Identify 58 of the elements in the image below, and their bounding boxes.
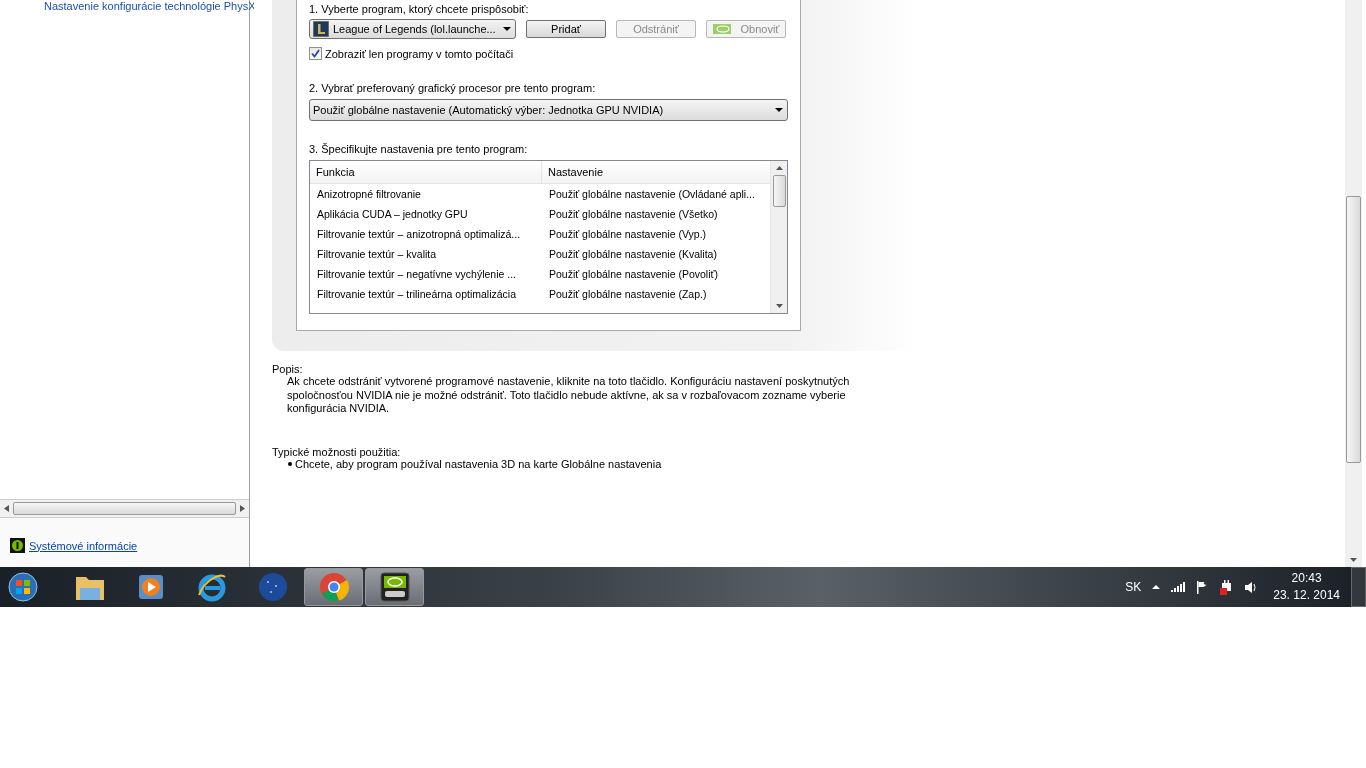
info-icon [10, 538, 25, 553]
signal-icon[interactable] [1171, 582, 1186, 592]
table-cell-text: Filtrovanie textúr – negatívne vychýlenie ... [316, 268, 518, 280]
column-header[interactable]: Nastavenie [542, 161, 604, 183]
checkbox[interactable] [309, 47, 322, 60]
scroll-right-icon[interactable] [240, 505, 245, 512]
column-header[interactable]: Funkcia [310, 161, 542, 183]
checkbox-label: Zobraziť len programy v tomto počítači [325, 47, 514, 60]
step-label: 1. Vyberte program, ktorý chcete prispôsobiť: [309, 3, 530, 15]
caret-icon [503, 27, 511, 31]
table-cell-text: Použiť globálne nastavenie (Vyp.) [548, 228, 707, 240]
scroll-left-icon[interactable] [4, 505, 9, 512]
page-scrollbar[interactable] [1345, 0, 1362, 567]
section-heading: Popis: [272, 363, 304, 375]
action-button[interactable]: Pridať [526, 20, 606, 38]
table-cell-text: Použiť globálne nastavenie (Povoliť) [548, 268, 718, 280]
program-icon [313, 21, 329, 37]
table-cell-text: Použiť globálne nastavenie (Kvalita) [548, 248, 717, 260]
scroll-down-icon[interactable] [1350, 558, 1357, 562]
taskbar-app[interactable] [365, 568, 424, 606]
vertical-scrollbar[interactable] [770, 161, 787, 313]
step-label: 2. Vybrať preferovaný grafický procesor pre tento program: [309, 82, 597, 94]
table-cell-text: Filtrovanie textúr – kvalita [316, 248, 438, 260]
bullet-icon [288, 461, 292, 466]
scroll-down-icon[interactable] [775, 304, 783, 308]
nvidia-panel-icon [379, 572, 410, 602]
table-cell-text: Použiť globálne nastavenie (Ovládané apli... [548, 188, 755, 200]
scroll-thumb[interactable] [13, 502, 236, 515]
speaker-icon[interactable] [1244, 580, 1259, 594]
section-heading: Typické možnosti použitia: [272, 445, 402, 458]
caret-icon [775, 108, 783, 112]
table-cell-text: Filtrovanie textúr – trilineárna optimalizácia [316, 288, 517, 300]
scroll-thumb[interactable] [772, 175, 786, 207]
show-hidden-icons-icon[interactable] [1152, 585, 1161, 589]
gpu-dropdown[interactable]: Použiť globálne nastavenie (Automatický výber: Jednotka GPU NVIDIA) [309, 99, 788, 121]
eye-logo-icon [712, 24, 731, 34]
system-info-link[interactable]: Systémové informácie [29, 539, 138, 552]
table-cell-text: Použiť globálne nastavenie (Zap.) [548, 288, 707, 300]
tree-item[interactable]: Nastavenie konfigurácie technológie PhysX [44, 1, 256, 11]
clock[interactable]: 20:43 23. 12. 2014 [1273, 570, 1340, 604]
step-label: 3. Špecifikujte nastavenia pre tento program: [309, 143, 529, 155]
language-indicator[interactable]: SK [1125, 580, 1142, 594]
globe-icon [257, 572, 288, 602]
clock-date: 23. 12. 2014 [1273, 587, 1340, 604]
scroll-thumb[interactable] [1346, 196, 1361, 463]
usage-item: Chcete, aby program používal nastavenia 3D na karte Globálne nastavenia [295, 457, 662, 470]
chrome-logo-icon [318, 572, 349, 602]
table-cell-text: Použiť globálne nastavenie (Všetko) [548, 208, 718, 220]
program-dropdown[interactable]: League of Legends (lol.launche... [309, 19, 516, 39]
table-cell-text: Filtrovanie textúr – anizotropná optimalizá... [316, 228, 522, 240]
horizontal-scrollbar[interactable] [0, 500, 249, 518]
clock-time: 20:43 [1291, 570, 1322, 587]
power-plug-icon[interactable] [1220, 579, 1234, 595]
scroll-up-icon[interactable] [775, 166, 783, 170]
play-icon [136, 573, 165, 601]
table-cell-text: Aplikácia CUDA – jednotky GPU [316, 208, 469, 220]
table-cell-text: Anizotropné filtrovanie [316, 188, 422, 200]
description-text: Ak chcete odstrániť vytvorené programové nastavenie, kliknite na toto tlačidlo. Konfiguráciu nastavení poskytnutých spoločnosťou NVIDIA nie je možné odstrániť. Toto tlačidlo nebude aktívne, ak sa v rozbaľovacom zozname vyberie konfigurácia NVIDIA. [287, 375, 851, 416]
